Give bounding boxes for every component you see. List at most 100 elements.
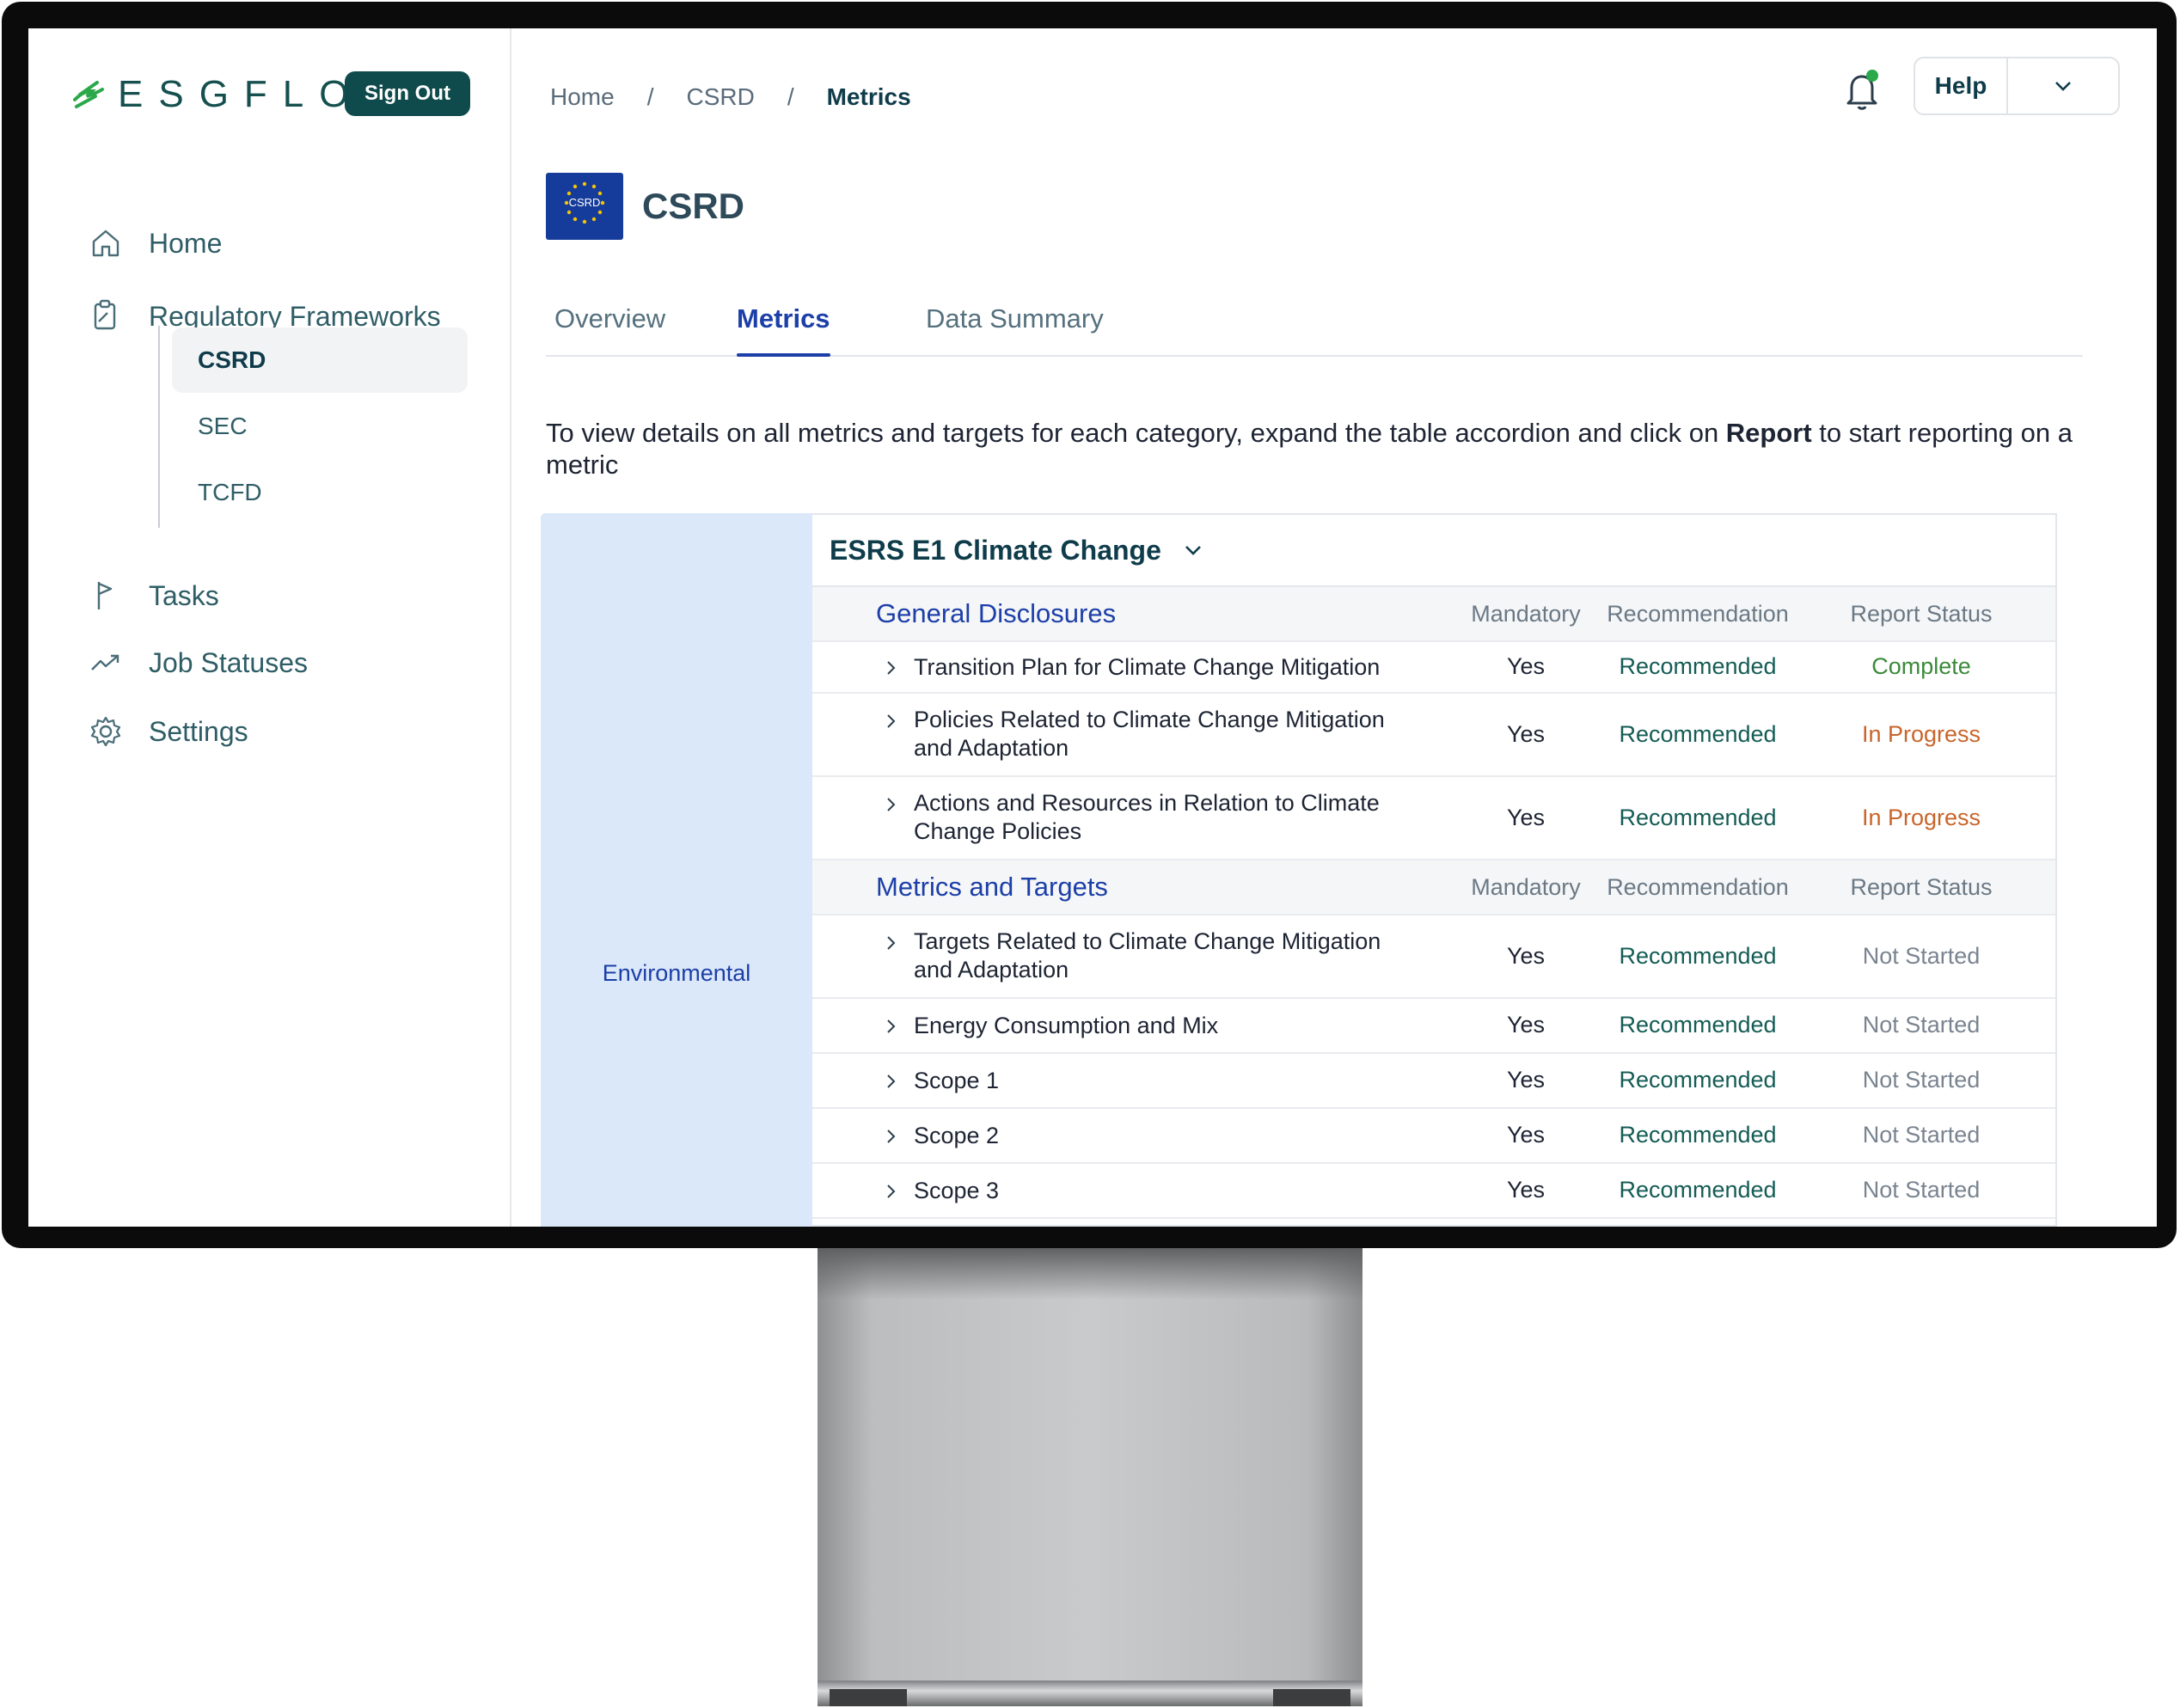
chevron-right-icon[interactable] — [883, 1128, 900, 1145]
status-badge: In Progress — [1861, 805, 1981, 830]
home-icon — [92, 230, 119, 257]
column-header-mandatory: Mandatory — [1471, 873, 1581, 900]
eu-flag-logo: CSRD — [546, 173, 623, 240]
trend-icon — [91, 654, 119, 670]
chevron-right-icon[interactable] — [883, 659, 900, 676]
table-row[interactable]: Targets Related to Climate Change Mitiga… — [812, 915, 2055, 999]
accordion-title: ESRS E1 Climate Change — [830, 534, 1161, 566]
subnav-divider — [158, 326, 160, 528]
clipboard-icon — [94, 299, 116, 330]
chevron-right-icon[interactable] — [883, 796, 900, 813]
recommendation-value: Recommended — [1619, 943, 1777, 969]
chevron-right-icon[interactable] — [883, 934, 900, 952]
app-screen: ESGFLO Sign Out Home Regulatory Framewor… — [28, 28, 2157, 1227]
table-row[interactable]: Scope 3 Yes Recommended Not Started — [812, 1164, 2055, 1219]
table-row[interactable]: Energy Consumption and Mix Yes Recommend… — [812, 999, 2055, 1054]
sidebar-subitem-sec[interactable]: SEC — [172, 394, 468, 459]
monitor-bezel: ESGFLO Sign Out Home Regulatory Framewor… — [2, 2, 2177, 1248]
metric-name: Scope 3 — [914, 1178, 1000, 1203]
status-badge: Not Started — [1862, 1122, 1981, 1148]
chevron-right-icon[interactable] — [883, 713, 900, 730]
sidebar-subitem-csrd[interactable]: CSRD — [172, 328, 468, 393]
breadcrumb-separator: / — [646, 83, 654, 110]
sidebar-item-tasks[interactable]: Tasks — [89, 574, 219, 617]
sidebar-item-home[interactable]: Home — [89, 222, 222, 265]
sign-out-button[interactable]: Sign Out — [345, 71, 470, 116]
logo-text: ESGFLO — [118, 73, 364, 115]
recommendation-value: Recommended — [1619, 1067, 1777, 1093]
breadcrumb-current: Metrics — [826, 83, 911, 110]
metric-name: Actions and Resources in Relation to Cli… — [914, 790, 1380, 844]
sidebar-item-label: Settings — [149, 715, 248, 747]
flag-label: CSRD — [568, 196, 601, 209]
sidebar-item-job-statuses[interactable]: Job Statuses — [89, 641, 308, 684]
section-title: Metrics and Targets — [876, 872, 1108, 902]
chevron-down-icon — [2055, 82, 2071, 91]
sidebar-item-label: Job Statuses — [149, 646, 308, 678]
section-title: General Disclosures — [876, 598, 1117, 628]
section-header-metrics-and-targets: Metrics and Targets Mandatory Recommenda… — [812, 860, 2055, 915]
intro-text-start: To view details on all metrics and targe… — [546, 418, 1726, 448]
metrics-table: ESRS E1 Climate Change General Disclosur… — [812, 513, 2057, 1227]
recommendation-value: Recommended — [1619, 653, 1777, 679]
metric-name: Scope 1 — [914, 1068, 1000, 1093]
column-header-mandatory: Mandatory — [1471, 600, 1581, 627]
tab-data-summary[interactable]: Data Summary — [926, 303, 1104, 355]
intro-report-keyword: Report — [1725, 418, 1812, 448]
accordion-header[interactable]: ESRS E1 Climate Change — [812, 515, 2055, 587]
mandatory-value: Yes — [1506, 1122, 1546, 1148]
column-header-recommendation: Recommendation — [1607, 873, 1789, 900]
sidebar-subitem-tcfd[interactable]: TCFD — [172, 460, 468, 525]
recommendation-value: Recommended — [1619, 721, 1777, 747]
column-header-report-status: Report Status — [1850, 873, 1993, 900]
notification-bell-icon[interactable] — [1836, 65, 1888, 117]
status-badge: Not Started — [1862, 1012, 1981, 1038]
sidebar: ESGFLO Sign Out Home Regulatory Framewor… — [28, 28, 511, 1227]
mandatory-value: Yes — [1506, 1012, 1546, 1038]
section-header-general-disclosures: General Disclosures Mandatory Recommenda… — [812, 587, 2055, 642]
chevron-right-icon[interactable] — [883, 1183, 900, 1200]
monitor-stand — [818, 1248, 1362, 1704]
breadcrumb-csrd[interactable]: CSRD — [686, 83, 754, 111]
mandatory-value: Yes — [1506, 1067, 1546, 1093]
table-row[interactable]: Transition Plan for Climate Change Mitig… — [812, 642, 2055, 694]
status-badge: In Progress — [1861, 721, 1981, 747]
gear-icon — [90, 716, 121, 747]
help-dropdown-toggle[interactable] — [2008, 58, 2118, 113]
status-badge: Not Started — [1862, 1067, 1981, 1093]
flag-icon — [97, 582, 113, 609]
chevron-right-icon[interactable] — [883, 1018, 900, 1035]
metric-name: Targets Related to Climate Change Mitiga… — [914, 928, 1381, 983]
table-row[interactable]: Scope 1 Yes Recommended Not Started — [812, 1054, 2055, 1109]
metric-name: Energy Consumption and Mix — [914, 1013, 1219, 1038]
status-badge: Complete — [1871, 653, 1971, 679]
recommendation-value: Recommended — [1619, 1012, 1777, 1038]
mandatory-value: Yes — [1506, 1177, 1546, 1203]
tab-bar: Overview Metrics Data Summary — [546, 303, 2083, 357]
metric-name: Policies Related to Climate Change Mitig… — [914, 707, 1385, 761]
mandatory-value: Yes — [1506, 805, 1546, 830]
table-row[interactable]: Scope 2 Yes Recommended Not Started — [812, 1109, 2055, 1164]
help-menu: Help — [1914, 57, 2120, 115]
status-badge: Not Started — [1862, 943, 1981, 969]
chevron-right-icon[interactable] — [883, 1073, 900, 1090]
sidebar-item-label: Home — [149, 227, 223, 259]
tab-metrics[interactable]: Metrics — [737, 303, 830, 357]
help-button[interactable]: Help — [1915, 58, 2008, 113]
sidebar-item-settings[interactable]: Settings — [89, 710, 248, 753]
breadcrumb-separator: / — [787, 83, 794, 110]
category-label: Environmental — [602, 959, 751, 986]
metric-name: Scope 2 — [914, 1123, 1000, 1148]
metric-name: Transition Plan for Climate Change Mitig… — [914, 654, 1381, 680]
mandatory-value: Yes — [1506, 721, 1546, 747]
recommendation-value: Recommended — [1619, 1177, 1777, 1203]
table-row[interactable]: Policies Related to Climate Change Mitig… — [812, 694, 2055, 777]
column-header-report-status: Report Status — [1850, 600, 1993, 627]
table-row[interactable]: Actions and Resources in Relation to Cli… — [812, 777, 2055, 860]
breadcrumb-home[interactable]: Home — [550, 83, 615, 111]
logo[interactable]: ESGFLO — [71, 73, 364, 116]
breadcrumb: Home / CSRD / Metrics — [550, 83, 911, 111]
column-header-recommendation: Recommendation — [1607, 600, 1789, 627]
tab-overview[interactable]: Overview — [554, 303, 665, 355]
mandatory-value: Yes — [1506, 943, 1546, 969]
